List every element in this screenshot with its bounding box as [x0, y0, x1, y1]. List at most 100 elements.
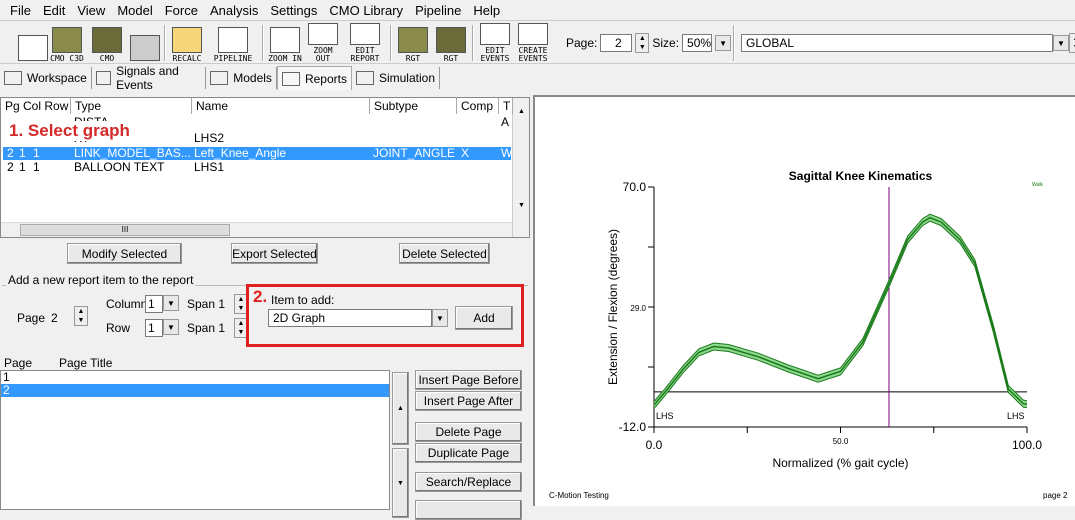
menu-analysis[interactable]: Analysis — [204, 3, 264, 18]
chart-title: Sagittal Knee Kinematics — [789, 169, 933, 183]
models-icon — [210, 71, 229, 85]
column-select[interactable]: 1 — [145, 295, 163, 313]
add-button[interactable]: Add — [455, 306, 513, 330]
menu-file[interactable]: File — [4, 3, 37, 18]
pipeline-button[interactable]: PIPELINE — [214, 23, 252, 63]
column-header[interactable]: T — [499, 98, 513, 114]
chevron-down-icon[interactable]: ▼ — [432, 309, 448, 327]
recalc-button[interactable]: RECALC — [168, 23, 206, 63]
new-file-icon — [18, 35, 48, 61]
printer-button[interactable] — [126, 23, 164, 63]
toolbar-button-label: PIPELINE — [213, 54, 253, 63]
chevron-down-icon[interactable]: ▼ — [163, 319, 179, 335]
insert-page-after-button[interactable]: Insert Page After — [415, 391, 522, 411]
search-replace-button[interactable]: Search/Replace — [415, 472, 522, 492]
column-header[interactable]: Type — [71, 98, 192, 114]
column-header[interactable]: Pg Col Row — [1, 98, 71, 114]
row-select[interactable]: 1 — [145, 319, 163, 337]
zoom-in-icon — [270, 27, 300, 53]
page-number: 2 — [3, 383, 10, 397]
cell-name: LHS2 — [194, 131, 225, 145]
menu-settings[interactable]: Settings — [264, 3, 323, 18]
chevron-down-icon[interactable]: ▼ — [715, 35, 732, 51]
cmo-c3d-button[interactable]: CMO C3D — [48, 23, 86, 63]
toolbar-separator — [472, 25, 474, 61]
menu-model[interactable]: Model — [111, 3, 158, 18]
series-lower-line — [653, 220, 1028, 409]
pages-header-title: Page Title — [59, 356, 113, 370]
x-axis-label: Normalized (% gait cycle) — [772, 456, 908, 470]
column-header[interactable]: Name — [192, 98, 370, 114]
chevron-down-icon[interactable]: ▼ — [163, 295, 179, 311]
toolbar-button-label: CMO — [99, 54, 115, 63]
zoom-in-button[interactable]: ZOOM IN — [266, 23, 304, 63]
workspace-icon — [4, 71, 22, 85]
cmo-button[interactable]: CMO — [88, 23, 126, 63]
rgt-button[interactable]: RGT — [432, 23, 470, 63]
page-row[interactable]: 2 — [1, 384, 389, 397]
create-events-icon — [518, 23, 548, 45]
menu-cmo-library[interactable]: CMO Library — [323, 3, 409, 18]
extra-page-button[interactable] — [415, 500, 522, 520]
pipeline-icon — [218, 27, 248, 53]
tab-label: Models — [233, 71, 272, 85]
menu-pipeline[interactable]: Pipeline — [409, 3, 467, 18]
modify-selected-button[interactable]: Modify Selected — [67, 243, 182, 264]
item-to-add-select[interactable]: 2D Graph — [268, 309, 432, 327]
new-file-button[interactable] — [14, 23, 52, 63]
page-input[interactable]: 2 — [600, 34, 633, 52]
cell-row: 1 — [33, 146, 40, 160]
toolbar-separator — [164, 25, 166, 61]
insert-page-before-button[interactable]: Insert Page Before — [415, 370, 522, 390]
toolbar-button-label: CREATE EVENTS — [518, 46, 548, 63]
edit-report-button[interactable]: EDIT REPORT — [346, 23, 384, 63]
column-header[interactable]: Subtype — [370, 98, 457, 114]
create-events-button[interactable]: CREATE EVENTS — [514, 23, 552, 63]
move-page-up-button[interactable]: ▲ — [392, 372, 409, 445]
report-items-list[interactable]: ▲ ▼ III Pg Col RowTypeNameSubtypeCompTDI… — [0, 97, 530, 238]
item-to-add-label: Item to add: — [271, 293, 335, 307]
edit-events-button[interactable]: EDIT EVENTS — [476, 23, 514, 63]
tab-reports[interactable]: Reports — [276, 66, 352, 90]
size-select[interactable]: 50% — [682, 34, 713, 52]
series-band — [654, 214, 1027, 409]
menu-edit[interactable]: Edit — [37, 3, 71, 18]
page-spinner[interactable]: ▲ ▼ — [74, 306, 88, 326]
workspace-select[interactable]: GLOBAL — [741, 34, 1053, 52]
y-tick-label: 29.0 — [630, 304, 646, 313]
footer-left: C-Motion Testing — [549, 491, 609, 500]
table-row[interactable]: 2 1 1 LINK_MODEL_BAS... Left_Knee_Angle JOINT… — [3, 146, 512, 160]
page-row[interactable]: 1 — [1, 371, 389, 384]
size-label: Size: — [652, 36, 680, 50]
tab-workspace[interactable]: Workspace — [0, 67, 92, 89]
zoom-out-button[interactable]: ZOOM OUT — [304, 23, 342, 63]
tab-signals-and-events[interactable]: Signals and Events — [92, 64, 207, 92]
page-spinner[interactable]: ▲ ▼ — [635, 33, 650, 53]
menu-help[interactable]: Help — [467, 3, 506, 18]
tab-label: Reports — [304, 71, 347, 86]
open-folder-icon — [52, 27, 82, 53]
rgt-button[interactable]: RGT — [394, 23, 432, 63]
move-page-down-button[interactable]: ▼ — [392, 448, 409, 518]
export-selected-button[interactable]: Export Selected — [231, 243, 318, 264]
menu-view[interactable]: View — [71, 3, 111, 18]
table-row[interactable]: 2 1 1 BALLOON TEXT LHS1 — [3, 161, 511, 174]
workspace-spinner[interactable]: ▲▼ — [1069, 33, 1075, 53]
edit-events-icon — [480, 23, 510, 45]
column-header[interactable]: Comp — [457, 98, 499, 114]
row-span: Span 1 — [187, 321, 226, 335]
duplicate-page-button[interactable]: Duplicate Page — [415, 443, 522, 463]
menu-force[interactable]: Force — [159, 3, 204, 18]
delete-selected-button[interactable]: Delete Selected — [399, 243, 490, 264]
cell-type: BALLOON TEXT — [74, 160, 165, 174]
tab-simulation[interactable]: Simulation — [352, 67, 440, 89]
chevron-down-icon[interactable]: ▼ — [1053, 35, 1069, 51]
pages-list[interactable]: 12 — [0, 370, 390, 510]
vertical-scrollbar[interactable]: ▲ ▼ — [512, 98, 529, 237]
simulation-icon — [355, 71, 374, 85]
horizontal-scrollbar[interactable]: III — [1, 222, 512, 237]
event-label-end: LHS — [1007, 411, 1025, 421]
cell-t: A — [501, 115, 510, 129]
tab-models[interactable]: Models — [206, 67, 277, 89]
delete-page-button[interactable]: Delete Page — [415, 422, 522, 442]
